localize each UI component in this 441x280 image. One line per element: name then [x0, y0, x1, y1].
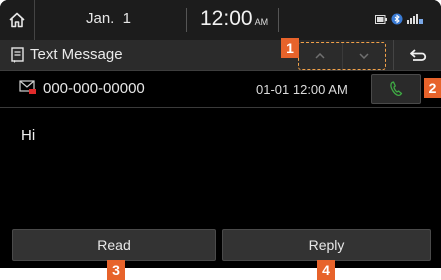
message-icon — [11, 47, 24, 63]
clock-time: 12:00 — [200, 7, 253, 30]
callout-marker-3: 3 — [107, 260, 125, 280]
status-divider — [278, 8, 279, 32]
message-body: Hi — [21, 127, 36, 144]
status-bar: Jan. 1 12:00 AM — [0, 0, 441, 40]
text-message-screen: Jan. 1 12:00 AM Text Message 000-000-000… — [0, 0, 441, 268]
phone-icon — [390, 81, 403, 97]
bluetooth-icon — [391, 13, 403, 25]
clock-ampm: AM — [254, 17, 269, 27]
status-divider — [186, 8, 187, 32]
battery-icon — [375, 14, 387, 24]
message-timestamp: 01-01 12:00 AM — [256, 82, 348, 97]
callout-marker-1: 1 — [281, 38, 299, 58]
callout-marker-4: 4 — [317, 260, 335, 280]
chevron-up-icon — [315, 53, 325, 59]
message-nav-group — [298, 42, 386, 70]
callout-marker-2: 2 — [424, 78, 441, 98]
status-icons — [375, 13, 423, 25]
read-button[interactable]: Read — [12, 229, 216, 261]
back-button[interactable] — [393, 40, 441, 70]
back-arrow-icon — [410, 49, 427, 61]
sender-number: 000-000-00000 — [43, 80, 145, 97]
envelope-unread-icon — [19, 80, 36, 94]
status-clock: 12:00 AM — [200, 7, 268, 31]
message-header-row: 000-000-00000 01-01 12:00 AM — [0, 71, 441, 108]
home-icon — [9, 12, 25, 28]
home-button[interactable] — [0, 0, 35, 40]
signal-icon — [407, 14, 423, 24]
previous-message-button[interactable] — [299, 43, 342, 69]
status-date: Jan. 1 — [86, 10, 132, 27]
reply-button[interactable]: Reply — [222, 229, 431, 261]
title-bar: Text Message — [0, 40, 441, 71]
page-title: Text Message — [30, 46, 123, 63]
call-button[interactable] — [371, 74, 421, 104]
next-message-button[interactable] — [341, 43, 386, 69]
chevron-down-icon — [359, 53, 369, 59]
